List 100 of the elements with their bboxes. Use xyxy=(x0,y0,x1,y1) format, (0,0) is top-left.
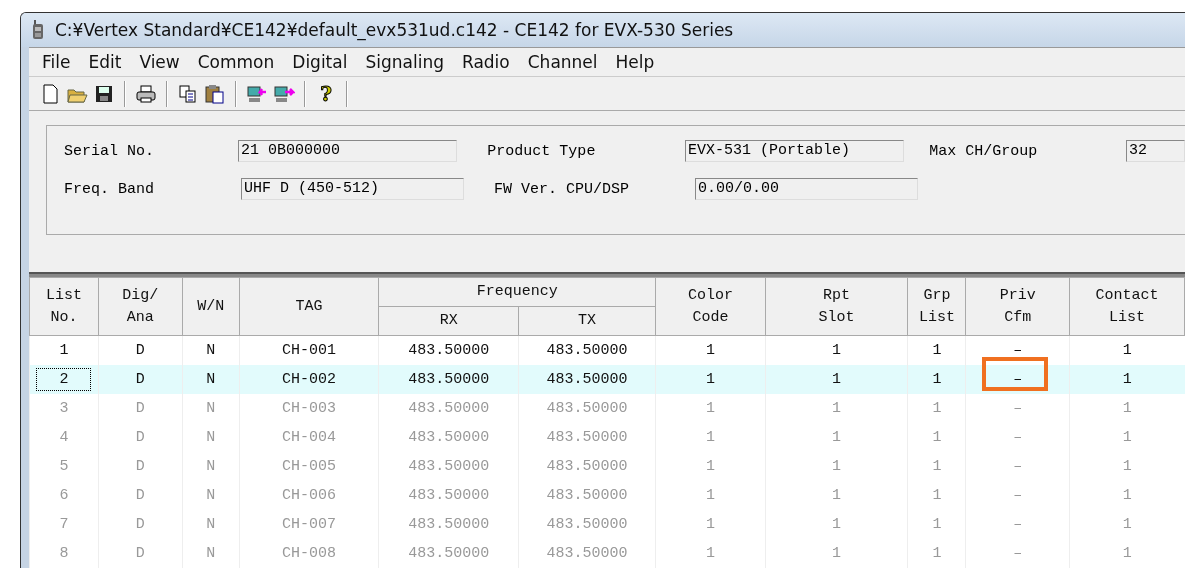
table-cell: 1 xyxy=(907,423,966,452)
table-cell: 483.50000 xyxy=(518,510,656,539)
table-cell: 483.50000 xyxy=(378,423,519,452)
column-header[interactable]: RX xyxy=(378,306,519,336)
table-cell: D xyxy=(98,335,183,365)
table-cell: 483.50000 xyxy=(378,335,519,365)
column-header[interactable]: TX xyxy=(518,306,656,336)
menu-item[interactable]: File xyxy=(33,52,80,72)
table-cell: D xyxy=(98,510,183,539)
table-cell: – xyxy=(965,394,1070,423)
table-cell: CH-006 xyxy=(239,481,379,510)
table-cell: 4 xyxy=(29,423,99,452)
readonly-field: UHF D (450-512) xyxy=(241,178,464,200)
table-cell: 1 xyxy=(655,510,766,539)
table-cell: CH-001 xyxy=(239,335,379,365)
table-cell: 483.50000 xyxy=(518,539,656,568)
table-cell: 1 xyxy=(655,394,766,423)
clipboard-icon[interactable] xyxy=(204,82,226,105)
column-header[interactable]: Color Code xyxy=(655,277,766,336)
table-cell: 1 xyxy=(765,394,908,423)
table-cell: D xyxy=(98,481,183,510)
table-cell: CH-003 xyxy=(239,394,379,423)
table-cell: 1 xyxy=(907,510,966,539)
column-header[interactable]: TAG xyxy=(239,277,379,336)
table-cell: 483.50000 xyxy=(378,365,519,394)
table-cell: 483.50000 xyxy=(518,423,656,452)
table-cell: D xyxy=(98,365,183,394)
table-cell: 7 xyxy=(29,510,99,539)
table-cell: 483.50000 xyxy=(518,365,656,394)
menu-item[interactable]: View xyxy=(130,52,189,72)
table-cell: CH-002 xyxy=(239,365,379,394)
table-cell: 2 xyxy=(29,365,99,394)
table-cell: 1 xyxy=(907,539,966,568)
table-cell: 1 xyxy=(655,539,766,568)
table-cell: – xyxy=(965,452,1070,481)
column-header[interactable]: List No. xyxy=(29,277,99,336)
menu-item[interactable]: Signaling xyxy=(356,52,453,72)
table-cell: 483.50000 xyxy=(378,510,519,539)
field-label: Max CH/Group xyxy=(929,142,1039,160)
table-cell: 1 xyxy=(907,452,966,481)
table-cell: 1 xyxy=(907,394,966,423)
radio-icon xyxy=(31,20,45,40)
table-cell: D xyxy=(98,452,183,481)
column-header[interactable]: Dig/ Ana xyxy=(98,277,183,336)
table-cell: 1 xyxy=(1069,510,1185,539)
table-cell: 1 xyxy=(655,452,766,481)
field-label: Freq. Band xyxy=(64,180,155,198)
field-label: Serial No. xyxy=(64,142,155,160)
table-cell: 483.50000 xyxy=(378,539,519,568)
printer-icon[interactable] xyxy=(135,82,157,105)
field-label: Product Type xyxy=(487,142,597,160)
column-header[interactable]: W/N xyxy=(182,277,240,336)
table-cell: 6 xyxy=(29,481,99,510)
menu-item[interactable]: Radio xyxy=(452,52,519,72)
column-header[interactable]: Grp List xyxy=(907,277,966,336)
table-cell: CH-008 xyxy=(239,539,379,568)
table-cell: CH-005 xyxy=(239,452,379,481)
column-header[interactable]: Rpt Slot xyxy=(765,277,908,336)
table-cell: N xyxy=(182,452,240,481)
menu-item[interactable]: Digital xyxy=(283,52,357,72)
table-cell: 1 xyxy=(907,335,966,365)
table-cell: 1 xyxy=(655,481,766,510)
readonly-field: 32 xyxy=(1125,140,1185,162)
table-cell: 1 xyxy=(1069,335,1185,365)
table-cell: 1 xyxy=(655,365,766,394)
column-header[interactable]: Contact List xyxy=(1069,277,1185,336)
table-cell: 1 xyxy=(907,365,966,394)
table-cell: – xyxy=(965,481,1070,510)
table-cell: N xyxy=(182,365,240,394)
table-cell: 1 xyxy=(29,335,99,365)
menu-item[interactable]: Channel xyxy=(518,52,607,72)
menu-item[interactable]: Help xyxy=(606,52,664,72)
table-cell: 1 xyxy=(765,539,908,568)
menu-item[interactable]: Common xyxy=(188,52,284,72)
table-cell: N xyxy=(182,423,240,452)
table-cell: 1 xyxy=(655,335,766,365)
table-cell: 483.50000 xyxy=(518,452,656,481)
menu-item[interactable]: Edit xyxy=(79,52,131,72)
window-title: C:¥Vertex Standard¥CE142¥default_evx531ud.c142 - CE142 for EVX-530 Series xyxy=(55,20,734,40)
table-cell: 1 xyxy=(765,452,908,481)
table-cell: 1 xyxy=(1069,365,1185,394)
readonly-field: 21 0B000000 xyxy=(238,140,458,162)
table-cell: CH-007 xyxy=(239,510,379,539)
column-header[interactable]: Priv Cfm xyxy=(965,277,1070,336)
copy-icon[interactable] xyxy=(177,82,199,105)
table-cell: 1 xyxy=(765,365,908,394)
table-cell: 483.50000 xyxy=(378,481,519,510)
table-cell: 1 xyxy=(1069,394,1185,423)
field-label: FW Ver. CPU/DSP xyxy=(494,180,631,198)
table-cell: – xyxy=(965,539,1070,568)
table-cell: D xyxy=(98,423,183,452)
table-cell: – xyxy=(965,510,1070,539)
table-cell: N xyxy=(182,510,240,539)
table-cell: 1 xyxy=(765,423,908,452)
table-cell: N xyxy=(182,335,240,365)
column-header: Frequency xyxy=(378,277,656,307)
table-cell: 5 xyxy=(29,452,99,481)
table-cell: 483.50000 xyxy=(378,452,519,481)
table-cell: 8 xyxy=(29,539,99,568)
table-cell: N xyxy=(182,394,240,423)
